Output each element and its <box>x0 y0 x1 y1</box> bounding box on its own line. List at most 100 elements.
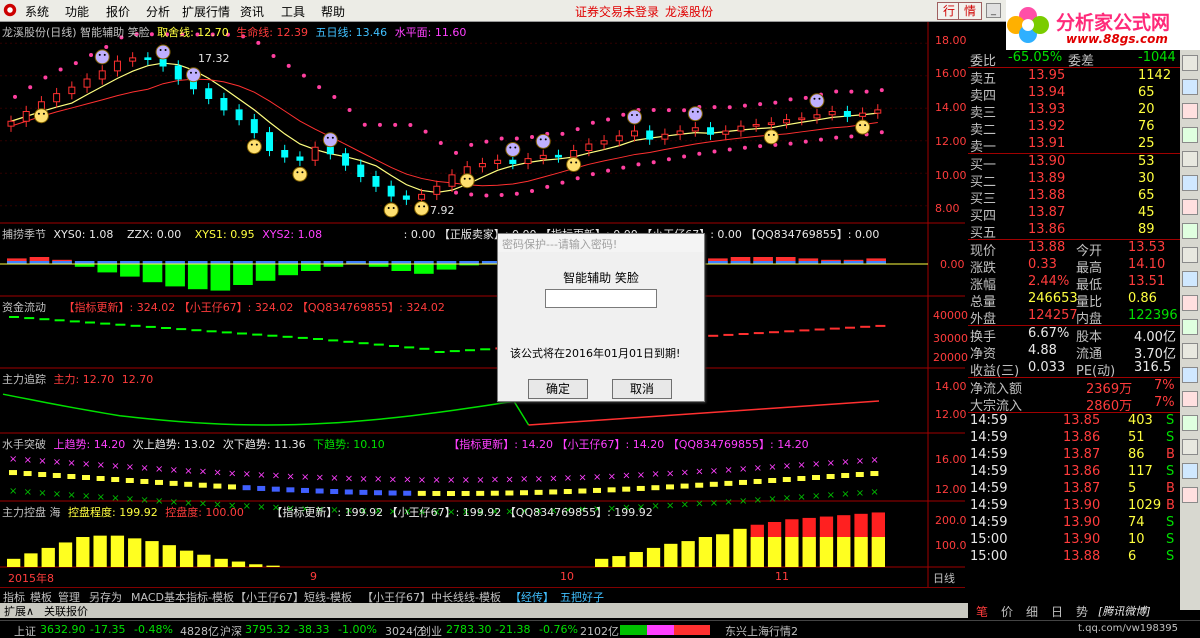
sz-index-label: 沪深 <box>220 625 242 638</box>
cy-index-value[interactable]: 2783.30 <box>446 623 492 636</box>
rsi-icon[interactable] <box>1182 271 1198 287</box>
menu-news[interactable]: 资讯 <box>240 3 264 20</box>
tick-row[interactable]: 15:00 13.88 6 S <box>968 549 1180 566</box>
zoom-icon[interactable] <box>1182 199 1198 215</box>
server-name[interactable]: 东兴上海行情2 <box>725 623 798 638</box>
stat-row[interactable]: 涨跌 0.33 最高 14.10 <box>968 257 1180 276</box>
tile-icon[interactable] <box>1182 343 1198 359</box>
bid-row[interactable]: 买四 13.87 45 <box>968 205 1180 224</box>
f-icon[interactable] <box>1182 295 1198 311</box>
pin-icon[interactable] <box>1182 223 1198 239</box>
window-icon[interactable] <box>1182 247 1198 263</box>
sz-index-value[interactable]: 3795.32 <box>245 623 291 636</box>
tab-trend[interactable]: 势 <box>1076 603 1088 620</box>
upper-trend-mark: × <box>213 468 221 479</box>
stat-row[interactable]: 收益(三) 0.033 PE(动) 316.5 <box>968 360 1180 379</box>
stat-row[interactable]: 净资 4.88 流通 3.70亿 <box>968 343 1180 362</box>
cancel-button[interactable]: 取消 <box>612 379 672 399</box>
minimize-icon[interactable]: _ <box>986 3 1001 18</box>
scroll-icon[interactable] <box>1182 487 1198 503</box>
tick-row[interactable]: 14:59 13.85 403 S <box>968 413 1180 430</box>
ask-row[interactable]: 卖一 13.91 25 <box>968 136 1180 155</box>
trend-bar <box>198 482 207 488</box>
bar-chart-icon[interactable] <box>1182 175 1198 191</box>
flow-row[interactable]: 净流入额 2369万 7% <box>968 378 1180 397</box>
tab-expand[interactable]: 扩展∧ <box>4 603 34 619</box>
menu-extended-quotes[interactable]: 扩展行情 <box>182 3 230 20</box>
tab-daily[interactable]: 日 <box>1051 603 1063 620</box>
candle-body <box>418 193 426 200</box>
tab-price[interactable]: 价 <box>1001 603 1013 620</box>
y-tick: 40000 <box>933 309 968 322</box>
calendar-icon[interactable] <box>1182 439 1198 455</box>
stat-row[interactable]: 总量 246653 量比 0.86 <box>968 291 1180 310</box>
candle-body <box>630 130 638 137</box>
graph-icon[interactable] <box>1182 367 1198 383</box>
menu-analysis[interactable]: 分析 <box>146 3 170 20</box>
tab-detail[interactable]: 细 <box>1026 603 1038 620</box>
password-input[interactable] <box>545 289 657 308</box>
stat-row[interactable]: 涨幅 2.44% 最低 13.51 <box>968 274 1180 293</box>
password-dialog: 密码保护---请输入密码! 智能辅助 笑脸 该公式将在2016年01月01日到期… <box>497 233 705 402</box>
trend-bar <box>359 489 368 495</box>
kongpan-bar <box>93 535 107 567</box>
period-label[interactable]: 日线 <box>933 570 955 586</box>
resistance-dot <box>271 54 276 59</box>
tick-row[interactable]: 14:59 13.90 1029 B <box>968 498 1180 515</box>
ask-row[interactable]: 卖五 13.95 1142 <box>968 68 1180 87</box>
resistance-dot <box>332 94 337 99</box>
stat-row[interactable]: 换手 6.67% 股本 4.00亿 <box>968 326 1180 345</box>
info-button[interactable]: 情 <box>958 2 982 20</box>
menu-function[interactable]: 功能 <box>65 3 89 20</box>
compare-icon[interactable] <box>1182 127 1198 143</box>
tab-related-quotes[interactable]: 关联报价 <box>44 603 88 619</box>
tick-row[interactable]: 14:59 13.87 86 B <box>968 447 1180 464</box>
kline-icon[interactable] <box>1182 415 1198 431</box>
ask-volume: 65 <box>1138 85 1155 100</box>
upper-trend-mark: × <box>228 468 236 479</box>
f-icon[interactable] <box>1182 319 1198 335</box>
tick-row[interactable]: 14:59 13.90 74 S <box>968 515 1180 532</box>
kongpan-bar-lower <box>767 537 782 567</box>
sh-index-value[interactable]: 3632.90 <box>40 623 86 636</box>
menu-system[interactable]: 系统 <box>25 3 49 20</box>
bid-price: 13.90 <box>1028 154 1066 169</box>
dialog-title: 密码保护---请输入密码! <box>498 234 704 252</box>
stock-name-link[interactable]: 龙溪股份 <box>665 3 713 20</box>
tick-row[interactable]: 14:59 13.86 117 S <box>968 464 1180 481</box>
trend-icon[interactable] <box>1182 103 1198 119</box>
grid-icon[interactable] <box>1182 151 1198 167</box>
tab-tick[interactable]: 笔 <box>976 603 988 620</box>
tick-icon[interactable] <box>1182 463 1198 479</box>
ask-row[interactable]: 卖四 13.94 65 <box>968 85 1180 104</box>
ask-row[interactable]: 卖二 13.92 76 <box>968 119 1180 138</box>
panel-shuishou-up: 上趋势: 14.20 <box>53 438 126 451</box>
support-dot <box>454 190 458 195</box>
vs-icon[interactable] <box>1182 391 1198 407</box>
bid-row[interactable]: 买二 13.89 30 <box>968 171 1180 190</box>
tick-row[interactable]: 15:00 13.90 10 S <box>968 532 1180 549</box>
upper-trend-mark: × <box>301 472 309 483</box>
ask-row[interactable]: 卖三 13.93 20 <box>968 102 1180 121</box>
chart-icon[interactable] <box>1182 55 1198 71</box>
flow-row[interactable]: 大宗流入 2860万 7% <box>968 395 1180 414</box>
candle-body <box>737 125 745 132</box>
list-icon[interactable] <box>1182 79 1198 95</box>
trade-login-status-link[interactable]: 证券交易未登录 <box>575 3 659 20</box>
stat-row[interactable]: 外盘 124257 内盘 122396 <box>968 308 1180 327</box>
bid-row[interactable]: 买三 13.88 65 <box>968 188 1180 207</box>
menu-tools[interactable]: 工具 <box>281 3 305 20</box>
lower-trend-mark: × <box>754 495 762 506</box>
candle-body <box>707 127 715 135</box>
tick-row[interactable]: 14:59 13.87 5 B <box>968 481 1180 498</box>
bid-row[interactable]: 买一 13.90 53 <box>968 154 1180 173</box>
menu-help[interactable]: 帮助 <box>321 3 345 20</box>
weibi-row[interactable]: 委比 -65.05% 委差 -1044 <box>968 50 1180 69</box>
candle-body <box>767 122 775 125</box>
tick-time: 14:59 <box>970 481 1008 496</box>
stat-row[interactable]: 现价 13.88 今开 13.53 <box>968 240 1180 259</box>
tick-row[interactable]: 14:59 13.86 51 S <box>968 430 1180 447</box>
ok-button[interactable]: 确定 <box>528 379 588 399</box>
bid-row[interactable]: 买五 13.86 89 <box>968 222 1180 241</box>
menu-quote[interactable]: 报价 <box>106 3 130 20</box>
